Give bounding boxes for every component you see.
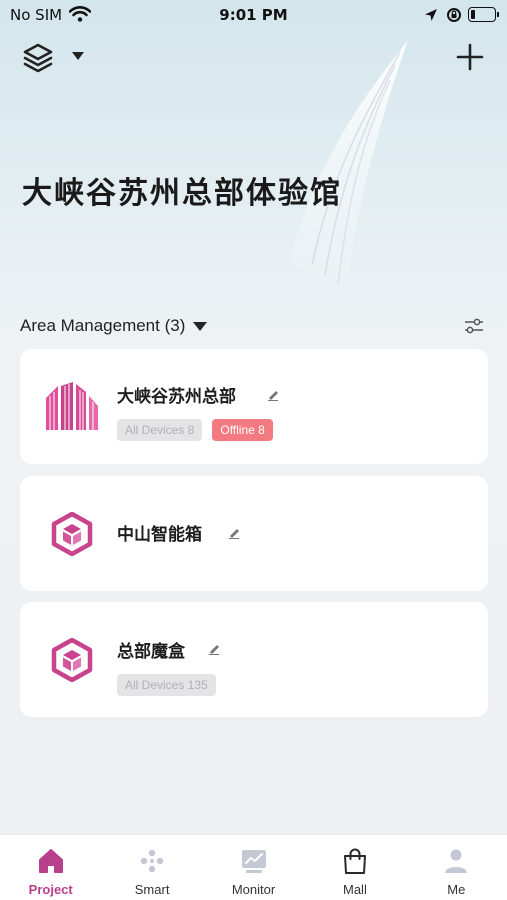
battery-icon (468, 7, 499, 22)
layers-icon[interactable] (22, 42, 58, 74)
area-card[interactable]: 中山智能箱 (20, 476, 488, 591)
tab-me[interactable]: Me (406, 835, 507, 900)
cube-icon (51, 512, 93, 556)
tab-label: Smart (134, 882, 170, 897)
area-name: 总部魔盒 (117, 642, 185, 662)
edit-icon[interactable] (266, 387, 280, 401)
add-icon[interactable] (455, 42, 485, 72)
bag-icon (343, 848, 366, 874)
area-card[interactable]: 大峡谷苏州总部 All Devices 8 Offline 8 (20, 349, 488, 464)
location-arrow-icon (425, 9, 437, 21)
area-management-dropdown[interactable]: Area Management (3) (20, 316, 208, 336)
area-management-label: Area Management (3) (20, 316, 186, 335)
all-devices-badge: All Devices 135 (117, 674, 216, 696)
monitor-icon (241, 850, 266, 873)
edit-icon[interactable] (207, 641, 221, 655)
caret-down-icon (193, 321, 208, 331)
tab-mall[interactable]: Mall (304, 835, 405, 900)
tab-monitor[interactable]: Monitor (203, 835, 304, 900)
filter-sliders-icon[interactable] (463, 316, 485, 336)
offline-badge: Offline 8 (212, 419, 273, 441)
tab-label: Project (28, 882, 73, 897)
area-card[interactable]: 总部魔盒 All Devices 135 (20, 602, 488, 717)
person-icon (445, 849, 468, 873)
bottom-tab-bar: Project Smart Monitor Mall Me (0, 834, 507, 900)
tab-label: Me (447, 882, 466, 897)
tab-project[interactable]: Project (0, 835, 101, 900)
home-icon (38, 849, 63, 873)
edit-icon[interactable] (227, 525, 241, 539)
project-switch-caret-icon[interactable] (72, 52, 84, 60)
area-name: 大峡谷苏州总部 (117, 387, 236, 407)
status-bar: No SIM 9:01 PM (0, 0, 507, 30)
rotation-lock-icon (447, 8, 461, 22)
tab-label: Mall (343, 882, 367, 897)
all-devices-badge: All Devices 8 (117, 419, 203, 441)
smart-icon (140, 849, 164, 873)
area-name: 中山智能箱 (117, 525, 202, 545)
cube-icon (51, 638, 93, 682)
project-title: 大峡谷苏州总部体验馆 (22, 176, 342, 211)
building-icon (46, 382, 98, 430)
tab-label: Monitor (231, 882, 276, 897)
tab-smart[interactable]: Smart (101, 835, 202, 900)
